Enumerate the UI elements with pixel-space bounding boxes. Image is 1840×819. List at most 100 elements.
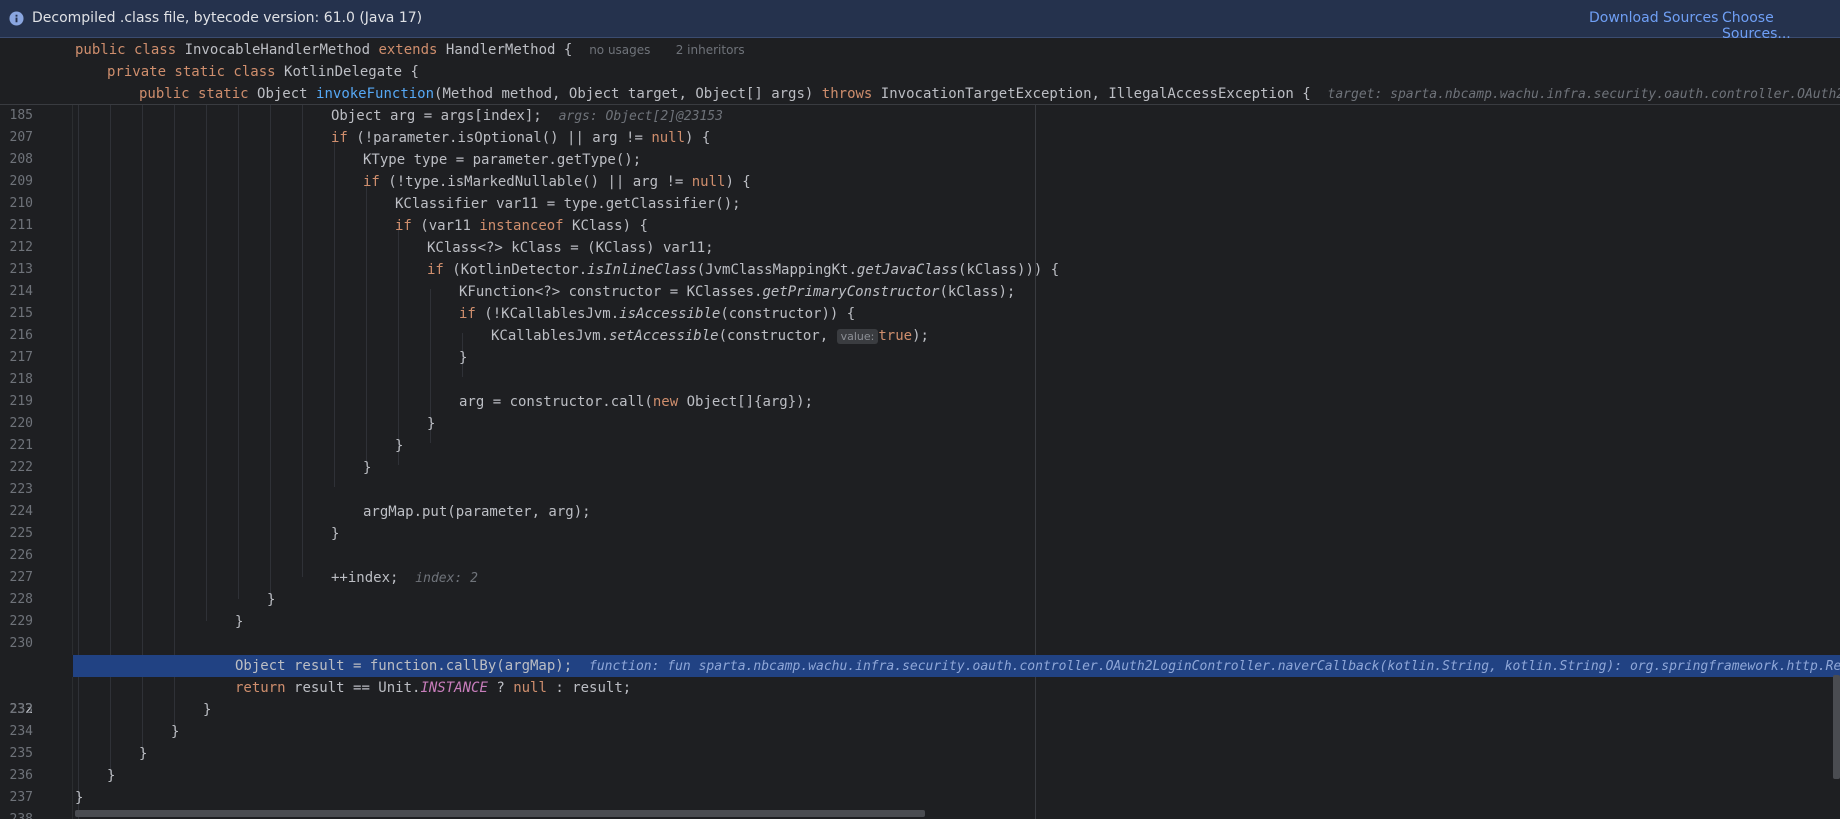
usages-hint[interactable]: no usages (589, 43, 650, 57)
code-line[interactable]: 237 } (0, 765, 1840, 805)
sticky-line[interactable]: 180 private static class KotlinDelegate … (0, 61, 1840, 101)
code-token: public static (139, 86, 258, 102)
code-token: KClass<?> kClass = (KClass) var11; (427, 240, 714, 256)
code-line[interactable]: 211 KClassifier var11 = type.getClassifi… (0, 193, 1840, 233)
code-token: if (395, 218, 421, 234)
code-token: (!parameter.isOptional() || arg != (356, 130, 652, 146)
code-editor[interactable]: 37 public class InvocableHandlerMethod e… (0, 39, 1840, 819)
code-text: } (267, 592, 276, 608)
code-line[interactable]: 229 } (0, 589, 1840, 629)
code-line[interactable]: 224 (0, 479, 1840, 519)
code-line[interactable]: 220 arg = constructor.call(new Object[]{… (0, 391, 1840, 431)
code-text: } (459, 350, 468, 366)
code-token: public class (75, 42, 185, 58)
code-text: public class InvocableHandlerMethod exte… (75, 39, 745, 61)
code-line[interactable]: 238 } (0, 787, 1840, 819)
code-token: true (878, 328, 913, 344)
vertical-scrollbar[interactable] (1833, 675, 1840, 779)
code-text: } (75, 790, 84, 806)
code-line[interactable]: 233 return result == Unit.INSTANCE ? nul… (0, 677, 1840, 717)
code-text: return result == Unit.INSTANCE ? null : … (235, 677, 631, 699)
current-execution-line[interactable]: 232 Object result = function.callBy(argM… (0, 655, 1840, 717)
code-line[interactable]: 217 KCallablesJvm.setAccessible(construc… (0, 325, 1840, 365)
code-line[interactable]: 218 } (0, 347, 1840, 387)
code-token: setAccessible (609, 328, 719, 344)
gutter-background (0, 655, 73, 677)
code-line[interactable]: 228 ++index; index: 2 (0, 567, 1840, 607)
code-line[interactable]: 235 } (0, 721, 1840, 761)
code-token: (kClass); (939, 284, 1016, 300)
code-line[interactable]: 216 if (!KCallablesJvm.isAccessible(cons… (0, 303, 1840, 343)
code-line[interactable]: 208 if (!parameter.isOptional() || arg !… (0, 127, 1840, 167)
code-token: Object result = function.callBy(argMap); (235, 658, 573, 674)
code-token: null (691, 174, 726, 190)
code-text: Object arg = args[index]; args: Object[2… (331, 105, 723, 128)
code-line[interactable]: 210 if (!type.isMarkedNullable() || arg … (0, 171, 1840, 211)
code-token: extends (378, 42, 446, 58)
choose-sources-link[interactable]: Choose Sources... (1722, 10, 1840, 42)
code-token: Object (257, 86, 317, 102)
code-token: (!type.isMarkedNullable() || arg != (388, 174, 692, 190)
code-token: KClassifier var11 = type.getClassifier()… (395, 196, 741, 212)
code-token: ) { (725, 174, 751, 190)
code-token: invokeFunction (316, 86, 435, 102)
sticky-line[interactable]: 37 public class InvocableHandlerMethod e… (0, 39, 1840, 79)
code-token: throws (821, 86, 881, 102)
code-text: private static class KotlinDelegate { (107, 61, 419, 83)
info-icon (9, 11, 24, 26)
code-token: KCallablesJvm. (491, 328, 610, 344)
code-line[interactable]: 236 } (0, 743, 1840, 783)
code-token: ? (487, 680, 514, 696)
code-token: (KotlinDetector. (452, 262, 588, 278)
code-token: KClass) { (572, 218, 648, 234)
code-token: null (651, 130, 686, 146)
code-text: if (var11 instanceof KClass) { (395, 215, 648, 237)
code-line[interactable]: 225 argMap.put(parameter, arg); (0, 501, 1840, 541)
code-text: argMap.put(parameter, arg); (363, 504, 591, 520)
code-token: private static class (107, 64, 285, 80)
code-token: (constructor)) { (720, 306, 856, 322)
code-line[interactable]: 222 } (0, 435, 1840, 475)
code-text: } (107, 768, 116, 784)
inheritors-hint[interactable]: 2 inheritors (676, 43, 745, 57)
code-token: (!KCallablesJvm. (484, 306, 620, 322)
code-token: InvocationTargetException, IllegalAccess… (880, 86, 1311, 102)
code-line[interactable]: 231 (0, 633, 1840, 673)
code-token: new (652, 394, 687, 410)
code-token: ); (912, 328, 929, 344)
code-token: arg = constructor.call( (459, 394, 653, 410)
code-line[interactable]: 207 Object arg = args[index]; args: Obje… (0, 105, 1840, 145)
code-text: if (!type.isMarkedNullable() || arg != n… (363, 171, 751, 193)
sticky-line[interactable]: 185 public static Object invokeFunction(… (0, 83, 1840, 123)
code-line[interactable]: 226 } (0, 523, 1840, 563)
download-sources-link[interactable]: Download Sources (1589, 10, 1718, 26)
code-text: } (235, 614, 244, 630)
code-line[interactable]: 215 KFunction<?> constructor = KClasses.… (0, 281, 1840, 321)
code-token: : result; (546, 680, 632, 696)
code-line[interactable]: 223 } (0, 457, 1840, 497)
horizontal-scrollbar[interactable] (75, 810, 925, 817)
code-token: KType type = parameter.getType(); (363, 152, 642, 168)
code-token: instanceof (479, 218, 573, 234)
code-token: InvocableHandlerMethod (184, 42, 379, 58)
banner-message: Decompiled .class file, bytecode version… (32, 10, 423, 26)
code-line[interactable]: 221 } (0, 413, 1840, 453)
code-token: null (513, 680, 547, 696)
code-text: } (427, 416, 436, 432)
code-line[interactable]: 212 if (var11 instanceof KClass) { (0, 215, 1840, 255)
code-text: } (331, 526, 340, 542)
code-token: getJavaClass (856, 262, 959, 278)
inline-debug-value: target: sparta.nbcamp.wachu.infra.securi… (1327, 87, 1840, 102)
code-text: } (395, 438, 404, 454)
code-line[interactable]: 234 } (0, 699, 1840, 739)
code-line[interactable]: 214 if (KotlinDetector.isInlineClass(Jvm… (0, 259, 1840, 299)
code-token: if (363, 174, 389, 190)
code-line[interactable]: 213 KClass<?> kClass = (KClass) var11; (0, 237, 1840, 277)
code-text: if (!KCallablesJvm.isAccessible(construc… (459, 303, 855, 325)
code-token: Object[]{arg}); (686, 394, 814, 410)
code-line[interactable]: 209 KType type = parameter.getType(); (0, 149, 1840, 189)
code-line[interactable]: 230 } (0, 611, 1840, 651)
code-line[interactable]: 227 (0, 545, 1840, 585)
code-line[interactable]: 219 (0, 369, 1840, 409)
code-text: KFunction<?> constructor = KClasses.getP… (459, 281, 1015, 303)
